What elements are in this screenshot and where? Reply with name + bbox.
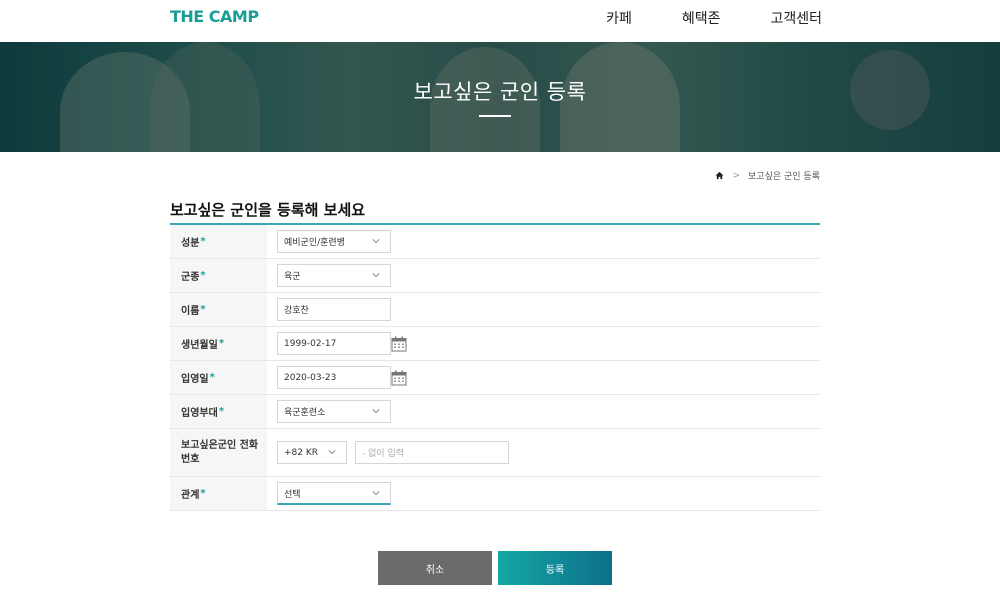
main-nav: 카페 혜택존 고객센터 [606, 8, 822, 28]
register-button[interactable]: 등록 [498, 551, 612, 585]
enlist-date-input[interactable]: 2020-03-23 [277, 366, 391, 389]
field-label: 성분 * [170, 225, 267, 258]
calendar-icon[interactable] [391, 336, 407, 352]
field-label: 입영일 * [170, 361, 267, 394]
field-label: 생년월일 * [170, 327, 267, 360]
branch-select[interactable]: 육군 [277, 264, 391, 287]
unit-select[interactable]: 육군훈련소 [277, 400, 391, 423]
field-label: 보고싶은군인 전화번호 [170, 429, 267, 476]
form-row-birth: 생년월일 * 1999-02-17 [170, 327, 820, 361]
logo[interactable]: THE CAMP [170, 7, 259, 26]
page-title: 보고싶은 군인 등록 [413, 80, 587, 104]
title-underline [479, 115, 511, 117]
form-row-branch: 군종 * 육군 [170, 259, 820, 293]
nav-benefits[interactable]: 혜택존 [682, 8, 721, 28]
nav-support[interactable]: 고객센터 [770, 8, 822, 28]
field-label: 군종 * [170, 259, 267, 292]
chevron-down-icon [328, 450, 336, 455]
form-row-unit: 입영부대 * 육군훈련소 [170, 395, 820, 429]
chevron-down-icon [372, 491, 380, 496]
hero-banner: 보고싶은 군인 등록 [0, 42, 1000, 152]
chevron-down-icon [372, 409, 380, 414]
form-row-enlist: 입영일 * 2020-03-23 [170, 361, 820, 395]
top-bar: THE CAMP 카페 혜택존 고객센터 [0, 0, 1000, 42]
form-row-phone: 보고싶은군인 전화번호 +82 KR - 없이 입력 [170, 429, 820, 477]
form-title: 보고싶은 군인을 등록해 보세요 [170, 201, 366, 219]
birth-date-input[interactable]: 1999-02-17 [277, 332, 391, 355]
status-select[interactable]: 예비군인/훈련병 [277, 230, 391, 253]
home-icon[interactable] [715, 171, 725, 180]
country-code-select[interactable]: +82 KR [277, 441, 347, 464]
chevron-down-icon [372, 239, 380, 244]
breadcrumb: > 보고싶은 군인 등록 [715, 169, 820, 182]
cancel-button[interactable]: 취소 [378, 551, 492, 585]
field-label: 관계 * [170, 477, 267, 510]
field-label: 이름 * [170, 293, 267, 326]
field-label: 입영부대 * [170, 395, 267, 428]
name-input[interactable]: 강호찬 [277, 298, 391, 321]
relation-select[interactable]: 선택 [277, 482, 391, 505]
calendar-icon[interactable] [391, 370, 407, 386]
form-row-status: 성분 * 예비군인/훈련병 [170, 225, 820, 259]
nav-cafe[interactable]: 카페 [606, 8, 632, 28]
form-row-name: 이름 * 강호찬 [170, 293, 820, 327]
form-row-relation: 관계 * 선택 [170, 477, 820, 511]
chevron-down-icon [372, 273, 380, 278]
registration-form: 성분 * 예비군인/훈련병 군종 * 육군 이름 * 강호찬 생년월일 * 1999-0… [170, 225, 820, 511]
phone-input[interactable]: - 없이 입력 [355, 441, 509, 464]
breadcrumb-separator: > [732, 170, 741, 181]
breadcrumb-current: 보고싶은 군인 등록 [748, 172, 820, 182]
